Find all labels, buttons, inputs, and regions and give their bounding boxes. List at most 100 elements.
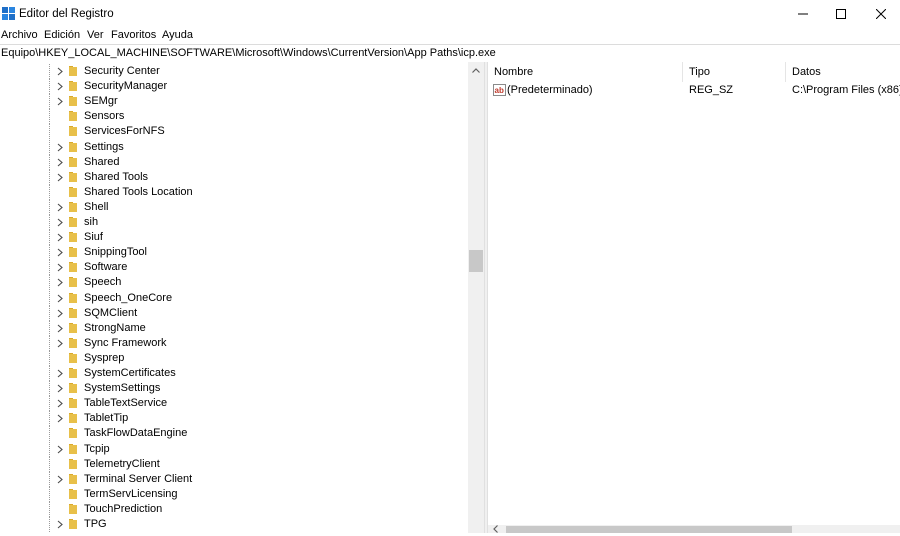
chevron-right-icon[interactable]	[55, 232, 65, 243]
tree-item-label: SystemCertificates	[84, 367, 176, 379]
tree-item[interactable]: Shared Tools	[0, 169, 468, 185]
tree-vertical-scrollbar[interactable]	[468, 62, 484, 533]
chevron-left-icon	[492, 525, 498, 533]
tree-item[interactable]: Shell	[0, 199, 468, 215]
tree-item[interactable]: TelemetryClient	[0, 456, 468, 472]
address-path[interactable]: Equipo\HKEY_LOCAL_MACHINE\SOFTWARE\Micro…	[1, 47, 496, 59]
folder-icon	[69, 141, 77, 152]
chevron-right-icon[interactable]	[55, 338, 65, 349]
chevron-right-icon[interactable]	[55, 142, 65, 153]
column-header-label: Tipo	[689, 66, 710, 78]
tree-item-label: Settings	[84, 140, 124, 153]
maximize-button[interactable]	[818, 0, 863, 28]
tree-connector-line	[49, 215, 50, 230]
tree-connector-line	[49, 411, 50, 427]
list-scroll-thumb[interactable]	[506, 526, 792, 533]
tree-connector-line	[49, 471, 50, 487]
tree-item[interactable]: Software	[0, 260, 468, 276]
tree-item[interactable]: TaskFlowDataEngine	[0, 426, 468, 442]
tree-item[interactable]: SEMgr	[0, 94, 468, 110]
value-row[interactable]: ab (Predeterminado) REG_SZ C:\Program Fi…	[488, 82, 900, 98]
tree-item[interactable]: ServicesForNFS	[0, 124, 468, 140]
chevron-right-icon[interactable]	[55, 277, 65, 288]
tree-item-label: Siuf	[84, 231, 103, 244]
folder-icon	[69, 186, 77, 197]
scroll-left-button[interactable]	[488, 522, 502, 536]
tree-item[interactable]: SecurityManager	[0, 79, 468, 95]
menu-ver[interactable]: Ver	[87, 29, 104, 41]
column-header-nombre[interactable]: Nombre	[488, 62, 682, 82]
chevron-right-icon[interactable]	[55, 66, 65, 77]
tree-item[interactable]: SQMClient	[0, 305, 468, 321]
chevron-right-icon[interactable]	[55, 323, 65, 334]
chevron-right-icon[interactable]	[55, 157, 65, 168]
tree-item-label: SecurityManager	[84, 80, 168, 93]
tree-connector-line	[49, 109, 50, 125]
tree-item[interactable]: SnippingTool	[0, 245, 468, 261]
key-tree[interactable]: Security Center SecurityManager SEMgr Senso…	[0, 62, 484, 533]
tree-item[interactable]: SystemCertificates	[0, 366, 468, 381]
tree-item[interactable]: Siuf	[0, 230, 468, 246]
column-header-datos[interactable]: Datos	[786, 62, 900, 82]
tree-item[interactable]: Sensors	[0, 109, 468, 125]
tree-item[interactable]: TermServLicensing	[0, 486, 468, 502]
chevron-right-icon[interactable]	[55, 172, 65, 183]
value-list[interactable]: Nombre Tipo Datos ab (Predeterminado) RE…	[488, 62, 900, 533]
folder-icon	[69, 352, 77, 363]
chevron-right-icon[interactable]	[55, 262, 65, 273]
scroll-up-button[interactable]	[468, 63, 484, 77]
menu-favoritos[interactable]: Favoritos	[111, 29, 156, 41]
tree-item[interactable]: Shared	[0, 154, 468, 170]
value-type: REG_SZ	[689, 84, 734, 96]
tree-item[interactable]: TabletTip	[0, 411, 468, 427]
title-bar: Editor del Registro	[0, 0, 900, 28]
chevron-right-icon[interactable]	[55, 202, 65, 213]
chevron-right-icon[interactable]	[55, 96, 65, 107]
chevron-right-icon[interactable]	[55, 413, 65, 424]
tree-item[interactable]: sih	[0, 215, 468, 230]
chevron-right-icon[interactable]	[55, 308, 65, 319]
address-bar[interactable]: Equipo\HKEY_LOCAL_MACHINE\SOFTWARE\Micro…	[0, 44, 900, 63]
menu-edicion[interactable]: Edición	[44, 29, 80, 41]
chevron-right-icon[interactable]	[55, 247, 65, 258]
tree-item[interactable]: Speech	[0, 275, 468, 291]
chevron-right-icon[interactable]	[55, 368, 65, 379]
tree-item[interactable]: SystemSettings	[0, 381, 468, 397]
tree-item[interactable]: Security Center	[0, 64, 468, 79]
tree-item-label: TableTextService	[84, 397, 168, 410]
tree-item[interactable]: TPG	[0, 517, 468, 532]
close-button[interactable]	[858, 0, 900, 28]
tree-item[interactable]: Tcpip	[0, 441, 468, 457]
column-header-label: Datos	[792, 66, 821, 78]
tree-item-label: Shared	[84, 155, 120, 168]
chevron-right-icon[interactable]	[55, 383, 65, 394]
tree-item-label: Tcpip	[84, 442, 110, 455]
chevron-right-icon[interactable]	[55, 474, 65, 485]
tree-item[interactable]: StrongName	[0, 320, 468, 336]
tree-item-label: Sync Framework	[84, 336, 167, 349]
tree-item-label: Sysprep	[84, 351, 125, 364]
tree-connector-line	[49, 290, 50, 306]
folder-icon	[69, 368, 77, 378]
tree-item[interactable]: Sync Framework	[0, 335, 468, 351]
menu-ayuda[interactable]: Ayuda	[162, 29, 193, 41]
tree-scroll-thumb[interactable]	[469, 250, 483, 272]
tree-item[interactable]: Terminal Server Client	[0, 471, 468, 487]
tree-item[interactable]: TableTextService	[0, 396, 468, 412]
tree-item[interactable]: Sysprep	[0, 350, 468, 366]
menu-archivo[interactable]: Archivo	[1, 29, 38, 41]
tree-item[interactable]: Shared Tools Location	[0, 184, 468, 200]
chevron-right-icon[interactable]	[55, 81, 65, 92]
tree-connector-line	[49, 366, 50, 381]
tree-item[interactable]: Speech_OneCore	[0, 290, 468, 306]
chevron-right-icon[interactable]	[55, 217, 65, 228]
chevron-right-icon[interactable]	[55, 293, 65, 304]
column-header-tipo[interactable]: Tipo	[683, 62, 785, 82]
tree-item-label: ServicesForNFS	[84, 125, 165, 138]
tree-item[interactable]: Settings	[0, 139, 468, 155]
chevron-right-icon[interactable]	[55, 444, 65, 455]
tree-item[interactable]: TouchPrediction	[0, 501, 468, 517]
chevron-right-icon[interactable]	[55, 519, 65, 530]
chevron-right-icon[interactable]	[55, 398, 65, 409]
tree-connector-line	[49, 486, 50, 502]
